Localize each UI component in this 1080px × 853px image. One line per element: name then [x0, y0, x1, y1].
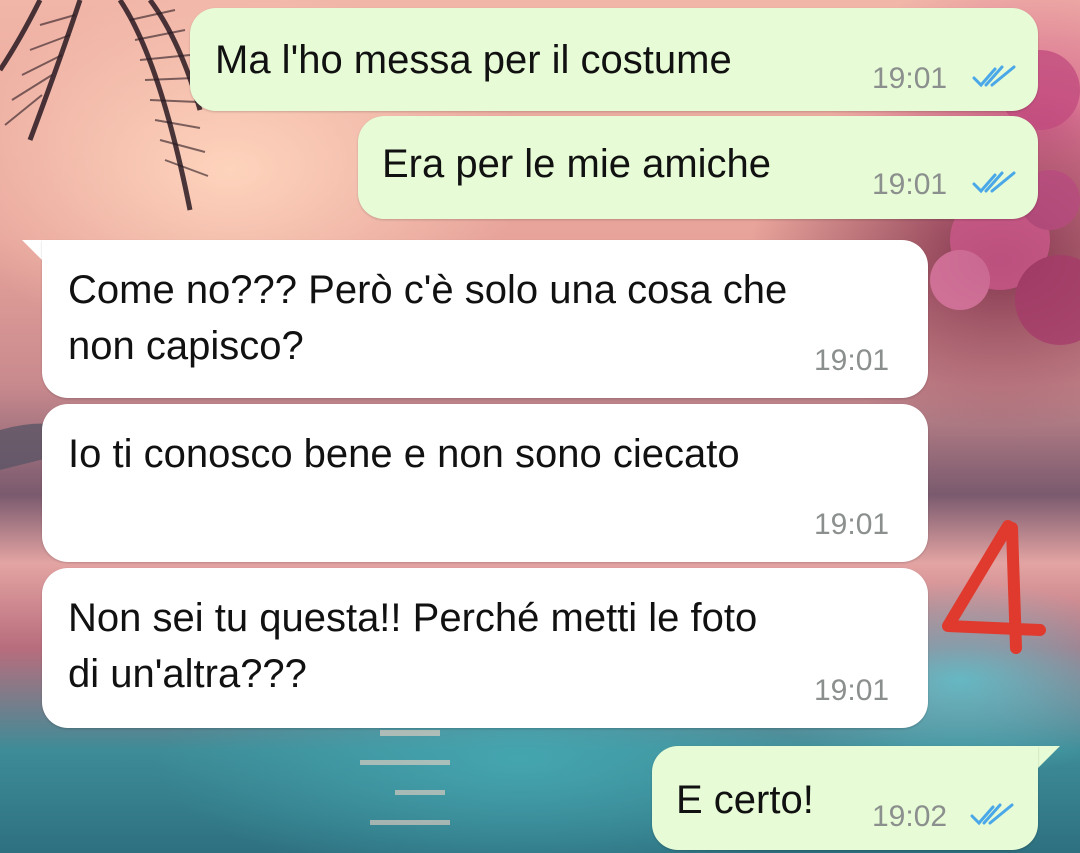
message-bubble-outgoing[interactable]: E certo! 19:02	[652, 746, 1038, 850]
message-text-line1: Non sei tu questa!! Perché metti le foto	[68, 596, 758, 640]
read-receipt-icon	[972, 171, 1016, 194]
bubble-tail	[1038, 746, 1060, 768]
message-text: E certo!	[676, 778, 814, 822]
message-time: 19:02	[872, 800, 948, 833]
message-bubble-incoming[interactable]: Come no??? Però c'è solo una cosa che no…	[42, 240, 928, 398]
message-time: 19:01	[814, 674, 890, 707]
message-text: Ma l'ho messa per il costume	[215, 38, 732, 82]
message-time: 19:01	[872, 168, 948, 201]
message-bubble-outgoing[interactable]: Ma l'ho messa per il costume 19:01	[190, 8, 1038, 111]
message-text-line2: di un'altra???	[68, 652, 307, 696]
message-text: Io ti conosco bene e non sono ciecato	[68, 432, 740, 476]
read-receipt-icon	[972, 65, 1016, 88]
handwritten-number-annotation	[942, 520, 1046, 654]
message-time: 19:01	[814, 508, 890, 541]
read-receipt-icon	[970, 803, 1014, 826]
bubble-tail	[22, 240, 44, 262]
message-time: 19:01	[814, 344, 890, 377]
message-text-line2: non capisco?	[68, 324, 304, 368]
message-bubble-outgoing[interactable]: Era per le mie amiche 19:01	[358, 116, 1038, 219]
message-time: 19:01	[872, 62, 948, 95]
message-text-line1: Come no??? Però c'è solo una cosa che	[68, 268, 788, 312]
message-bubble-incoming[interactable]: Io ti conosco bene e non sono ciecato 19…	[42, 404, 928, 562]
message-text: Era per le mie amiche	[382, 142, 772, 186]
message-bubble-incoming[interactable]: Non sei tu questa!! Perché metti le foto…	[42, 568, 928, 728]
